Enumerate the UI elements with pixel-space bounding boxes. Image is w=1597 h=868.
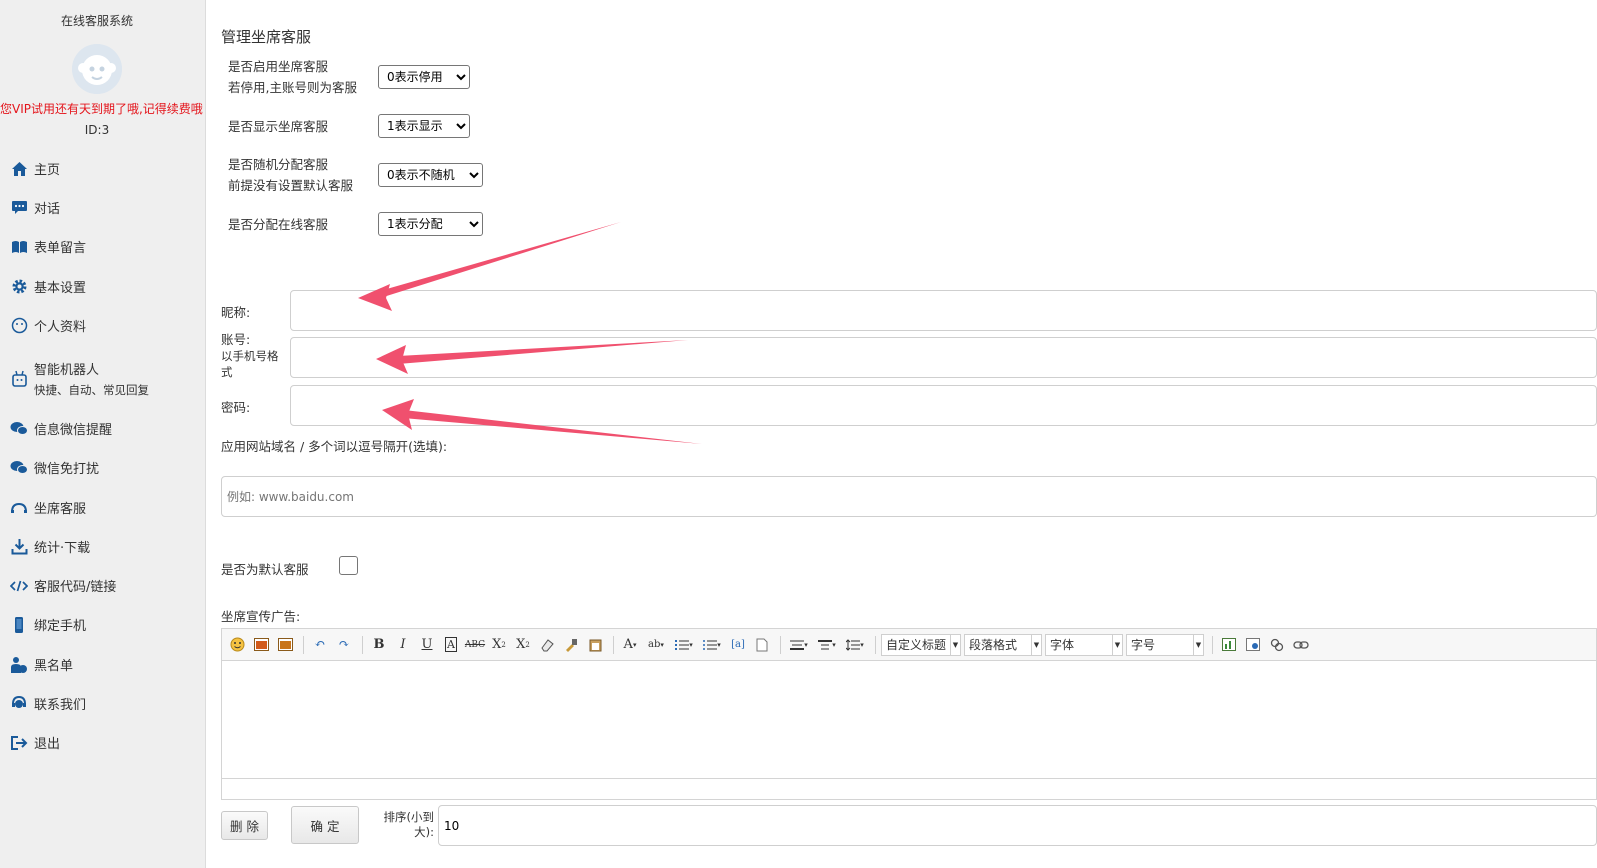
download-icon [10,538,28,556]
sidebar-item-robot[interactable]: 智能机器人 快捷、自动、常见回复 [10,359,149,398]
sort-label: 排序(小到 大): [383,810,435,839]
sidebar-item-wechat-notify[interactable]: 信息微信提醒 [10,419,112,438]
password-label: 密码: [221,400,251,415]
strikethrough-icon[interactable]: ABC [464,634,486,656]
page-icon[interactable] [751,634,773,656]
sidebar-item-contact[interactable]: 联系我们 [10,694,86,713]
account-input[interactable] [290,337,1597,378]
sidebar-item-wechat-mute[interactable]: 微信免打扰 [10,458,99,477]
delete-button[interactable]: 删 除 [221,811,268,840]
sidebar-item-chat[interactable]: 对话 [10,198,60,217]
gear-icon [10,278,28,296]
code-icon [10,577,28,595]
emoji-icon[interactable] [226,634,248,656]
nickname-input[interactable] [290,290,1597,331]
paste-icon[interactable] [584,634,606,656]
default-agent-checkbox[interactable] [339,556,358,575]
ordered-list-icon[interactable]: ▾ [671,634,697,656]
ad-label: 坐席宣传广告: [221,609,301,624]
paragraph-format-select[interactable]: 段落格式 ▼ [964,633,1042,656]
insert-image-icon[interactable] [274,634,296,656]
page-title: 管理坐席客服 [221,28,312,46]
confirm-button[interactable]: 确 定 [291,806,359,844]
sidebar-item-agents[interactable]: 坐席客服 [10,498,86,517]
sidebar-item-stats[interactable]: 统计·下载 [10,537,90,556]
logout-icon [10,734,28,752]
wechat-icon [10,420,28,438]
superscript-icon[interactable]: X2 [488,634,510,656]
editor-toolbar: ↶ ↷ B I U A ABC X2 X2 A ▾ ab ▾ ▾ ▾ [a] ▾ ▾… [222,629,1596,661]
undo-icon[interactable]: ↶ [309,634,331,656]
user-profile-icon [10,317,28,335]
vip-notice: 您VIP试用还有天到期了哦,记得续费哦 [0,102,203,116]
font-family-select[interactable]: 字体 ▼ [1045,633,1123,656]
redo-icon[interactable]: ↷ [333,634,355,656]
default-agent-label: 是否为默认客服 [221,562,309,577]
setting-random-select[interactable]: 0表示不随机 [378,163,483,187]
sidebar-item-code[interactable]: 客服代码/链接 [10,576,116,595]
domain-input[interactable] [221,476,1597,517]
sidebar-item-logout[interactable]: 退出 [10,733,60,752]
custom-title-select[interactable]: 自定义标题 ▼ [881,633,961,656]
setting-random-label: 是否随机分配客服 前提没有设置默认客服 [228,157,354,193]
sidebar-item-settings[interactable]: 基本设置 [10,277,86,296]
anchor-icon[interactable]: [a] [727,634,749,656]
chart-icon[interactable] [1218,634,1240,656]
sidebar: 在线客服系统 您VIP试用还有天到期了哦,记得续费哦 ID:3 主页 对话 表单… [0,0,206,868]
setting-show-label: 是否显示坐席客服 [228,119,329,134]
nickname-label: 昵称: [221,305,251,320]
app-title: 在线客服系统 [60,14,133,28]
sort-input[interactable] [438,805,1597,846]
sidebar-item-form[interactable]: 表单留言 [10,237,86,256]
domain-label: 应用网站域名 / 多个词以逗号隔开(选填): [221,439,448,454]
home-icon [10,160,28,178]
rich-text-editor: ↶ ↷ B I U A ABC X2 X2 A ▾ ab ▾ ▾ ▾ [a] ▾ ▾… [221,628,1597,800]
format-painter-icon[interactable] [560,634,582,656]
sidebar-item-blacklist[interactable]: 黑名单 [10,655,73,674]
align-icon[interactable]: ▾ [786,634,812,656]
setting-enable-label: 是否启用坐席客服 若停用,主账号则为客服 [228,59,357,95]
eraser-icon[interactable] [536,634,558,656]
setting-online-label: 是否分配在线客服 [228,217,329,232]
map-icon[interactable] [1242,634,1264,656]
setting-online-select[interactable]: 1表示分配 [378,212,483,236]
highlight-icon[interactable]: ab ▾ [643,634,669,656]
user-id: ID:3 [84,123,110,137]
italic-icon[interactable]: I [392,634,414,656]
avatar[interactable] [72,44,122,94]
link-icon[interactable] [1290,634,1312,656]
sidebar-item-profile[interactable]: 个人资料 [10,316,86,335]
unordered-list-icon[interactable]: ▾ [699,634,725,656]
phone-icon [10,616,28,634]
robot-subtitle: 快捷、自动、常见回复 [34,383,149,397]
sidebar-item-phone[interactable]: 绑定手机 [10,615,86,634]
headset-icon [10,499,28,517]
robot-icon [10,370,28,388]
unlink-icon[interactable] [1266,634,1288,656]
contact-icon [10,695,28,713]
font-border-icon[interactable]: A [440,634,462,656]
blacklist-icon [10,656,28,674]
main-content: 管理坐席客服 是否启用坐席客服 若停用,主账号则为客服 0表示停用 是否显示坐席客… [206,0,1597,868]
subscript-icon[interactable]: X2 [512,634,534,656]
setting-enable-select[interactable]: 0表示停用 [378,65,470,89]
image-icon[interactable] [250,634,272,656]
chat-icon [10,199,28,217]
font-color-icon[interactable]: A ▾ [619,634,641,656]
line-height-icon[interactable]: ▾ [842,634,868,656]
bold-icon[interactable]: B [368,634,390,656]
setting-show-select[interactable]: 1表示显示 [378,114,470,138]
sidebar-item-home[interactable]: 主页 [10,159,60,178]
wechat-mute-icon [10,459,28,477]
font-size-select[interactable]: 字号 ▼ [1126,633,1204,656]
account-label: 账号: 以手机号格 式 [221,332,279,379]
book-icon [10,238,28,256]
underline-icon[interactable]: U [416,634,438,656]
editor-content-area[interactable] [222,661,1596,779]
row-spacing-icon[interactable]: ▾ [814,634,840,656]
password-input[interactable] [290,385,1597,426]
